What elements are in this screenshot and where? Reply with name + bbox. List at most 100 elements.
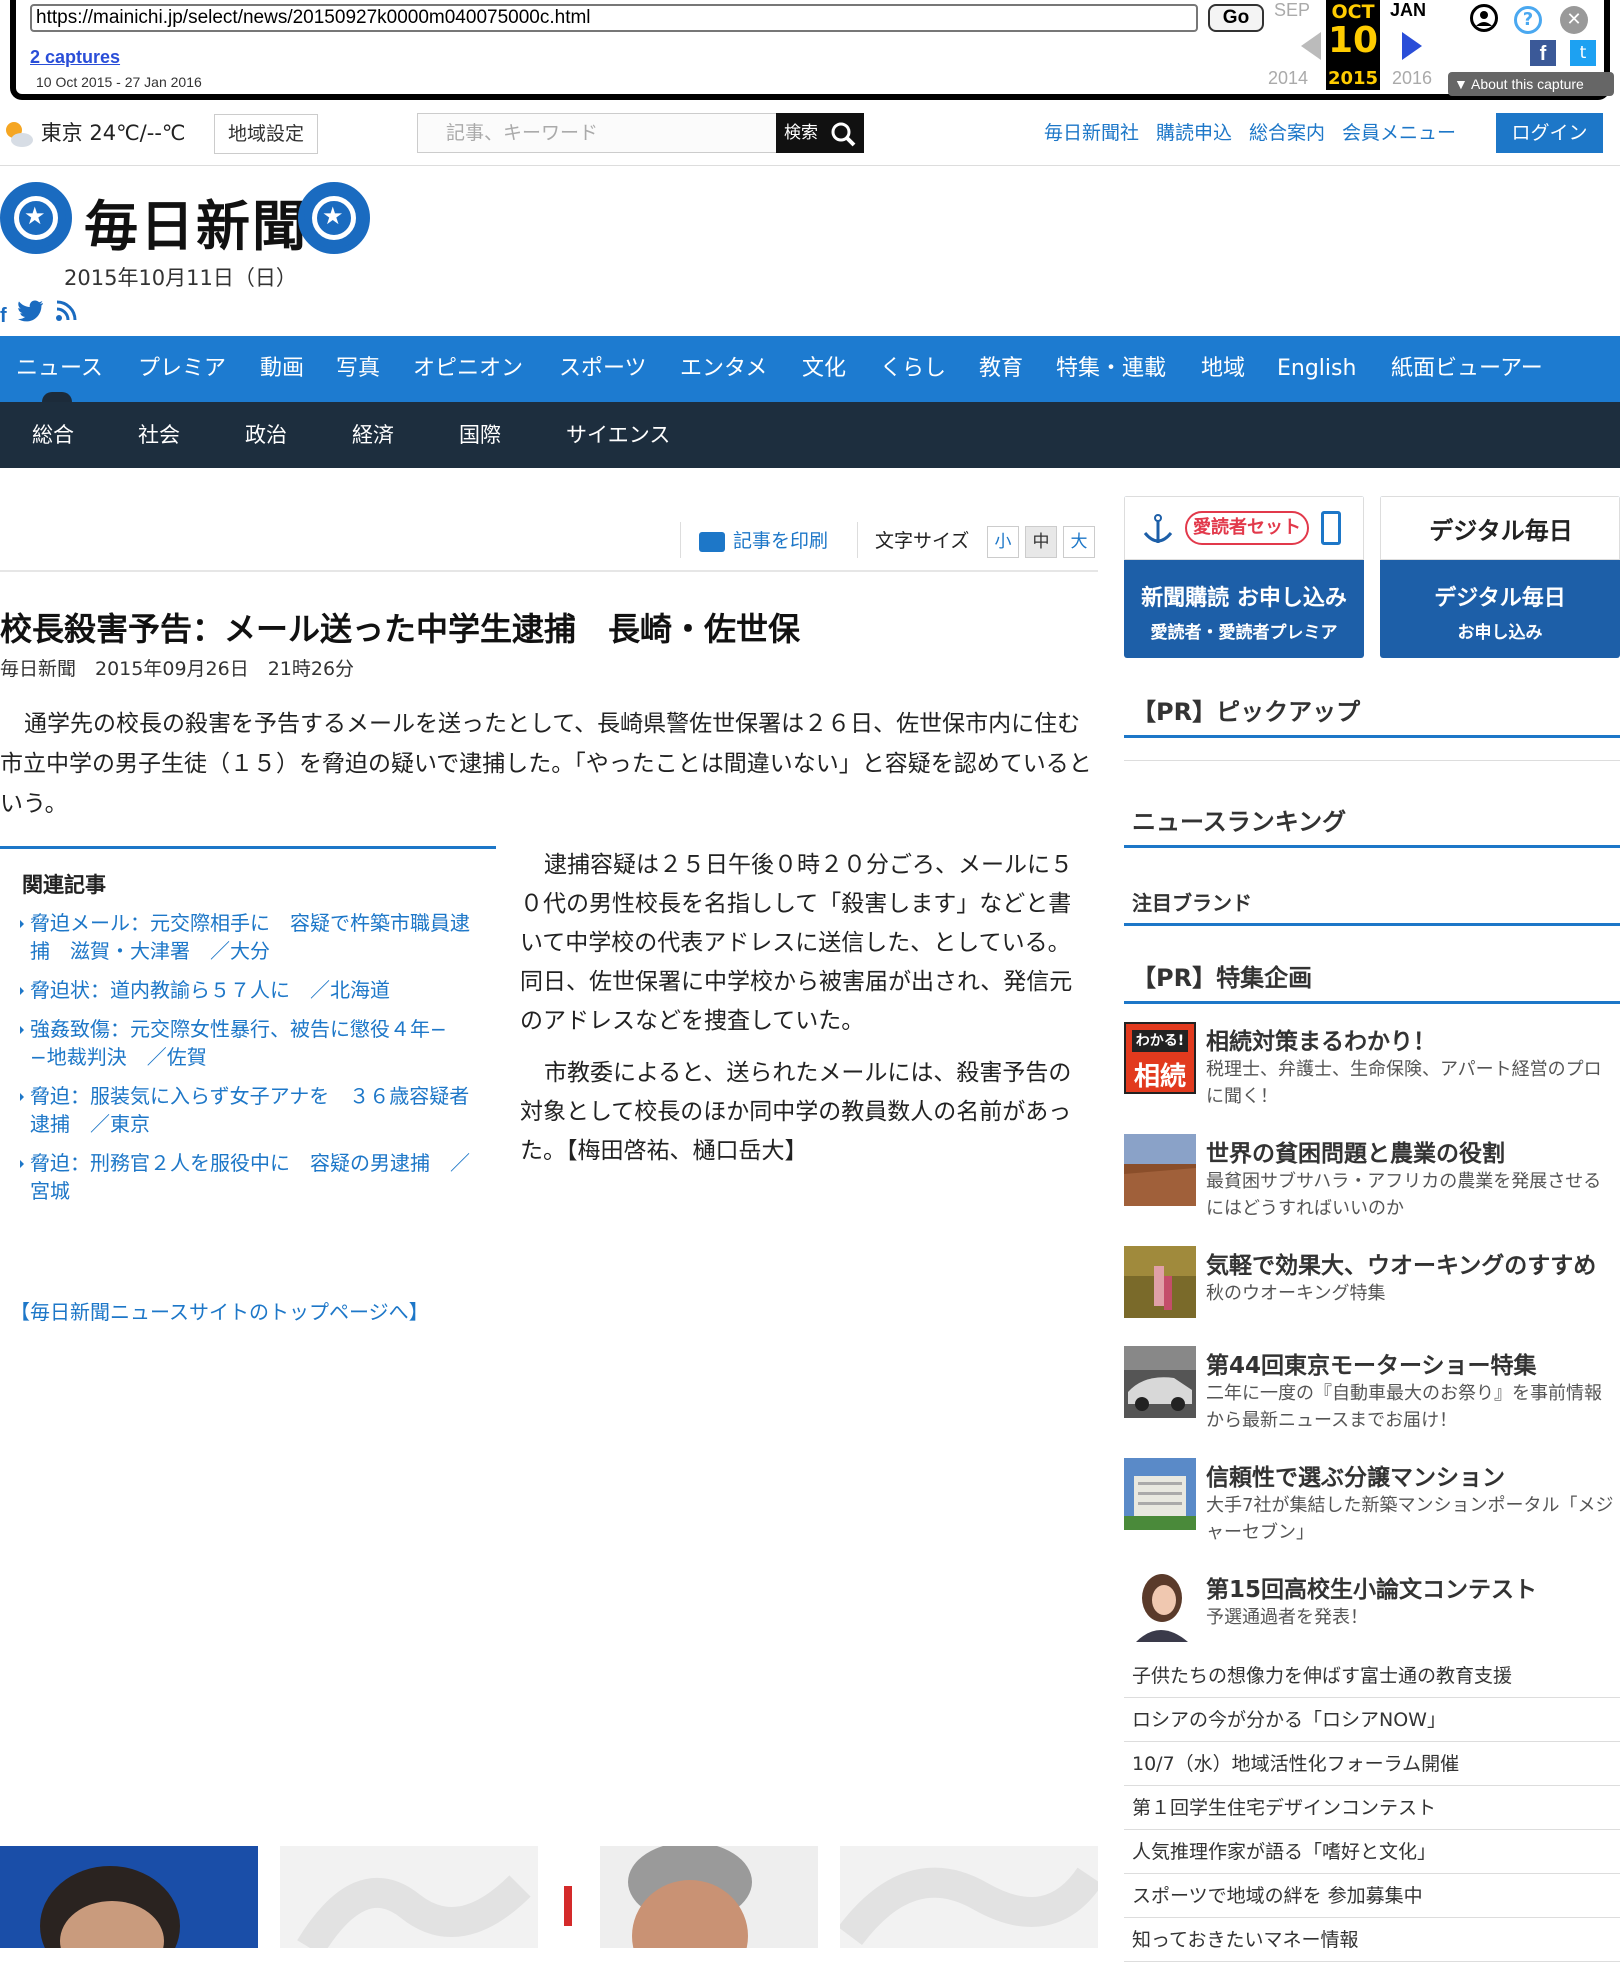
- related-link[interactable]: 脅迫：服装気に入らず女子アナを ３６歳容疑者逮捕 ／東京: [20, 1082, 482, 1138]
- header-link-member-menu[interactable]: 会員メニュー: [1342, 122, 1456, 144]
- subscription-banner[interactable]: 愛読者セット 新聞購読 お申し込み 愛読者・愛読者プレミア: [1124, 496, 1364, 658]
- sidebar-link[interactable]: 10/7（水）地域活性化フォーラム開催: [1124, 1742, 1620, 1786]
- nav-item-sports[interactable]: スポーツ: [559, 336, 647, 402]
- close-icon[interactable]: ✕: [1560, 6, 1588, 34]
- site-name: 毎日新聞: [84, 194, 308, 258]
- nav-item-features[interactable]: 特集・連載: [1056, 336, 1166, 402]
- print-label: 記事を印刷: [733, 530, 829, 552]
- tools-divider: [857, 522, 858, 558]
- search-input[interactable]: 記事、キーワード: [417, 113, 777, 153]
- pr-item[interactable]: 信頼性で選ぶ分譲マンション 大手7社が集結した新築マンションポータル「メジャーセ…: [1124, 1458, 1620, 1548]
- font-size-large-button[interactable]: 大: [1063, 526, 1095, 558]
- wayback-toolbar: https://mainichi.jp/select/news/20150927…: [10, 0, 1614, 100]
- banner1-subtitle: 愛読者・愛読者プレミア: [1150, 623, 1338, 643]
- wayback-next-arrow-icon[interactable]: [1402, 32, 1422, 60]
- wayback-next-year[interactable]: 2016: [1392, 68, 1432, 89]
- related-link[interactable]: 脅迫状：道内教諭ら５７人に ／北海道: [20, 976, 482, 1004]
- pr-item[interactable]: 気軽で効果大、ウオーキングのすすめ 秋のウオーキング特集: [1124, 1246, 1620, 1336]
- printer-icon: [699, 531, 725, 552]
- font-size-medium-button[interactable]: 中: [1025, 526, 1057, 558]
- news-photo-placeholder: [840, 1846, 1098, 1948]
- facebook-icon[interactable]: f: [1530, 40, 1556, 66]
- thumbnail-badge: わかる!: [1132, 1030, 1188, 1052]
- twitter-icon[interactable]: t: [1570, 40, 1596, 66]
- nav-item-premier[interactable]: プレミア: [138, 336, 226, 402]
- divider: [0, 570, 1098, 572]
- subnav-item-international[interactable]: 国際: [459, 402, 501, 468]
- digital-mainichi-banner[interactable]: デジタル毎日 デジタル毎日 お申し込み: [1380, 496, 1620, 658]
- rss-icon[interactable]: [55, 300, 77, 324]
- subnav-item-economy[interactable]: 経済: [352, 402, 394, 468]
- wayback-prev-arrow-icon[interactable]: [1301, 32, 1321, 60]
- font-size-small-button[interactable]: 小: [987, 526, 1019, 558]
- search-button[interactable]: 検索: [776, 113, 864, 153]
- sidebar-link[interactable]: 子供たちの想像力を伸ばす富士通の教育支援: [1124, 1654, 1620, 1698]
- banner1-top-label: 愛読者セット: [1185, 511, 1309, 545]
- help-icon[interactable]: ?: [1514, 6, 1542, 34]
- sidebar-link[interactable]: 第１回学生住宅デザインコンテスト: [1124, 1786, 1620, 1830]
- back-to-top-link[interactable]: 【毎日新聞ニュースサイトのトップページへ】: [10, 1296, 429, 1325]
- wayback-go-button[interactable]: Go: [1208, 4, 1264, 32]
- logo-emblem-left-icon: [0, 182, 72, 254]
- sub-nav: 総合 社会 政治 経済 国際 サイエンス: [0, 402, 1620, 468]
- wayback-next-month[interactable]: JAN: [1390, 0, 1426, 21]
- wayback-prev-month[interactable]: SEP: [1274, 0, 1310, 21]
- banner1-title: 新聞購読 お申し込み: [1141, 586, 1347, 611]
- wayback-prev-year[interactable]: 2014: [1268, 68, 1308, 89]
- related-link[interactable]: 強姦致傷：元交際女性暴行、被告に懲役４年−−地裁判決 ／佐賀: [20, 1015, 482, 1071]
- search-button-label: 検索: [784, 123, 818, 143]
- subnav-item-politics[interactable]: 政治: [245, 402, 287, 468]
- nav-item-photo[interactable]: 写真: [336, 336, 380, 402]
- pickup-heading: 【PR】ピックアップ: [1124, 692, 1620, 738]
- sidebar-link[interactable]: 知っておきたいマネー情報: [1124, 1918, 1620, 1962]
- header-link-company[interactable]: 毎日新聞社: [1044, 122, 1139, 144]
- pr-item[interactable]: 第15回高校生小論文コンテスト 予選通過者を発表！: [1124, 1570, 1620, 1660]
- twitter-bird-icon[interactable]: [17, 300, 44, 324]
- header-link-subscribe[interactable]: 購読申込: [1156, 122, 1232, 144]
- wayback-captures-link[interactable]: 2 captures: [30, 47, 120, 68]
- wayback-capture-range: 10 Oct 2015 - 27 Jan 2016: [36, 74, 202, 90]
- nav-item-entertainment[interactable]: エンタメ: [680, 336, 767, 402]
- pr-item-desc: 予選通過者を発表！: [1206, 1607, 1368, 1628]
- nav-item-paper-viewer[interactable]: 紙面ビューアー: [1391, 336, 1543, 402]
- student-thumbnail: [1124, 1570, 1196, 1642]
- main-nav: ニュース プレミア 動画 写真 オピニオン スポーツ エンタメ 文化 くらし 教…: [0, 336, 1620, 402]
- nav-item-education[interactable]: 教育: [979, 336, 1023, 402]
- wayback-about-capture[interactable]: ▼ About this capture: [1448, 72, 1614, 96]
- sidebar-link[interactable]: 人気推理作家が語る「嗜好と文化」: [1124, 1830, 1620, 1874]
- wayback-url-input[interactable]: https://mainichi.jp/select/news/20150927…: [30, 4, 1198, 32]
- region-settings-button[interactable]: 地域設定: [214, 114, 319, 154]
- font-size-label: 文字サイズ: [875, 530, 970, 552]
- print-button[interactable]: 記事を印刷: [699, 526, 828, 556]
- related-link[interactable]: 脅迫メール：元交際相手に 容疑で杵築市職員逮捕 滋賀・大津署 ／大分: [20, 909, 482, 965]
- nav-item-culture[interactable]: 文化: [802, 336, 846, 402]
- news-photo-thumbnail[interactable]: [0, 1846, 258, 1948]
- related-link[interactable]: 脅迫：刑務官２人を服役中に 容疑の男逮捕 ／宮城: [20, 1149, 482, 1205]
- nav-item-opinion[interactable]: オピニオン: [413, 336, 523, 402]
- login-button[interactable]: ログイン: [1496, 113, 1603, 153]
- news-photo-thumbnail[interactable]: [560, 1846, 818, 1948]
- pr-item[interactable]: 第44回東京モーターショー特集 二年に一度の『自動車最大のお祭り』を事前情報から…: [1124, 1346, 1620, 1436]
- ranking-heading: ニュースランキング: [1124, 802, 1620, 848]
- pr-item[interactable]: わかる! 相続 相続対策まるわかり！ 税理士、弁護士、生命保険、アパート経営のプ…: [1124, 1022, 1620, 1112]
- pr-item[interactable]: 世界の貧困問題と農業の役割 最貧困サブサハラ・アフリカの農業を発展させるにはどう…: [1124, 1134, 1620, 1224]
- article-body: 逮捕容疑は２５日午後０時２０分ごろ、メールに５０代の男性校長を名指しして「殺害し…: [520, 846, 1080, 1184]
- pr-item-title: 世界の貧困問題と農業の役割: [1206, 1141, 1505, 1167]
- nav-item-english[interactable]: English: [1277, 336, 1356, 402]
- subnav-item-society[interactable]: 社会: [138, 402, 180, 468]
- condominium-thumbnail: [1124, 1458, 1196, 1530]
- weather-sun-cloud-icon: [2, 118, 34, 150]
- subnav-item-science[interactable]: サイエンス: [566, 402, 670, 468]
- sidebar-link[interactable]: ロシアの今が分かる「ロシアNOW」: [1124, 1698, 1620, 1742]
- motor-show-thumbnail: [1124, 1346, 1196, 1418]
- sidebar-link[interactable]: スポーツで地域の絆を 参加募集中: [1124, 1874, 1620, 1918]
- nav-item-video[interactable]: 動画: [260, 336, 304, 402]
- nav-item-regional[interactable]: 地域: [1201, 336, 1245, 402]
- facebook-icon[interactable]: f: [0, 304, 7, 328]
- header-link-guide[interactable]: 総合案内: [1249, 122, 1325, 144]
- subnav-item-general[interactable]: 総合: [32, 402, 74, 468]
- user-icon[interactable]: [1470, 4, 1498, 32]
- banner2-top-label: デジタル毎日: [1429, 516, 1573, 545]
- nav-item-life[interactable]: くらし: [880, 336, 946, 402]
- wayback-current-day: 10: [1327, 20, 1379, 61]
